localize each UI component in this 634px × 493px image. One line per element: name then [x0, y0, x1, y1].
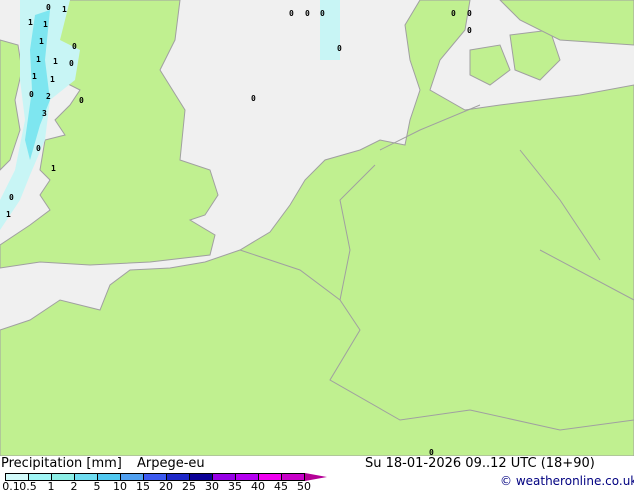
legend-tick-label: 45: [274, 480, 288, 493]
map-label: 1: [32, 72, 37, 81]
map-label: 0: [337, 44, 342, 53]
legend-tick-label: 1: [47, 480, 55, 493]
map-label: 0: [36, 144, 41, 153]
model-name: Arpege-eu: [137, 456, 205, 471]
map-label: 1: [39, 37, 44, 46]
map-label: 1: [43, 20, 48, 29]
precipitation-map: 0 1 1 1 1 1 0 1 0 1 1 0 2 3 0 0 1 0 1 0 …: [0, 0, 634, 456]
legend-tick-label: 25: [182, 480, 196, 493]
map-label: 0: [467, 26, 472, 35]
map-label: 3: [42, 109, 47, 118]
map-label: 0: [320, 9, 325, 18]
legend-tick-label: 30: [205, 480, 219, 493]
forecast-datetime: Su 18-01-2026 09..12 UTC (18+90): [365, 456, 595, 471]
legend-tick-label: 50: [297, 480, 311, 493]
map-label: 0: [251, 94, 256, 103]
map-label: 2: [46, 92, 51, 101]
legend-tick-label: 5: [93, 480, 101, 493]
copyright-link[interactable]: © weatheronline.co.uk: [500, 474, 634, 488]
map-label: 0: [79, 96, 84, 105]
legend-tick-label: 0.5: [19, 480, 37, 493]
map-label: 0: [467, 9, 472, 18]
legend-tick-label: 40: [251, 480, 265, 493]
legend-tick-label: 20: [159, 480, 173, 493]
map-label: 0: [9, 193, 14, 202]
map-label: 0: [429, 448, 434, 456]
map-label: 0: [72, 42, 77, 51]
legend-tick-label: 10: [113, 480, 127, 493]
legend-tick-label: 15: [136, 480, 150, 493]
legend-tick-label: 35: [228, 480, 242, 493]
map-label: 0: [29, 90, 34, 99]
map-label: 1: [36, 55, 41, 64]
legend-tick-label: 2: [70, 480, 78, 493]
map-label: 0: [289, 9, 294, 18]
legend-title: Precipitation [mm]: [1, 456, 122, 471]
map-label: 1: [51, 164, 56, 173]
map-label: 0: [46, 3, 51, 12]
map-label: 0: [305, 9, 310, 18]
map-label: 1: [28, 18, 33, 27]
legend-tick-label: 0.1: [2, 480, 20, 493]
map-label: 0: [69, 59, 74, 68]
map-label: 1: [53, 57, 58, 66]
map-label: 1: [6, 210, 11, 219]
map-label: 0: [451, 9, 456, 18]
map-label: 1: [50, 75, 55, 84]
map-label: 1: [62, 5, 67, 14]
